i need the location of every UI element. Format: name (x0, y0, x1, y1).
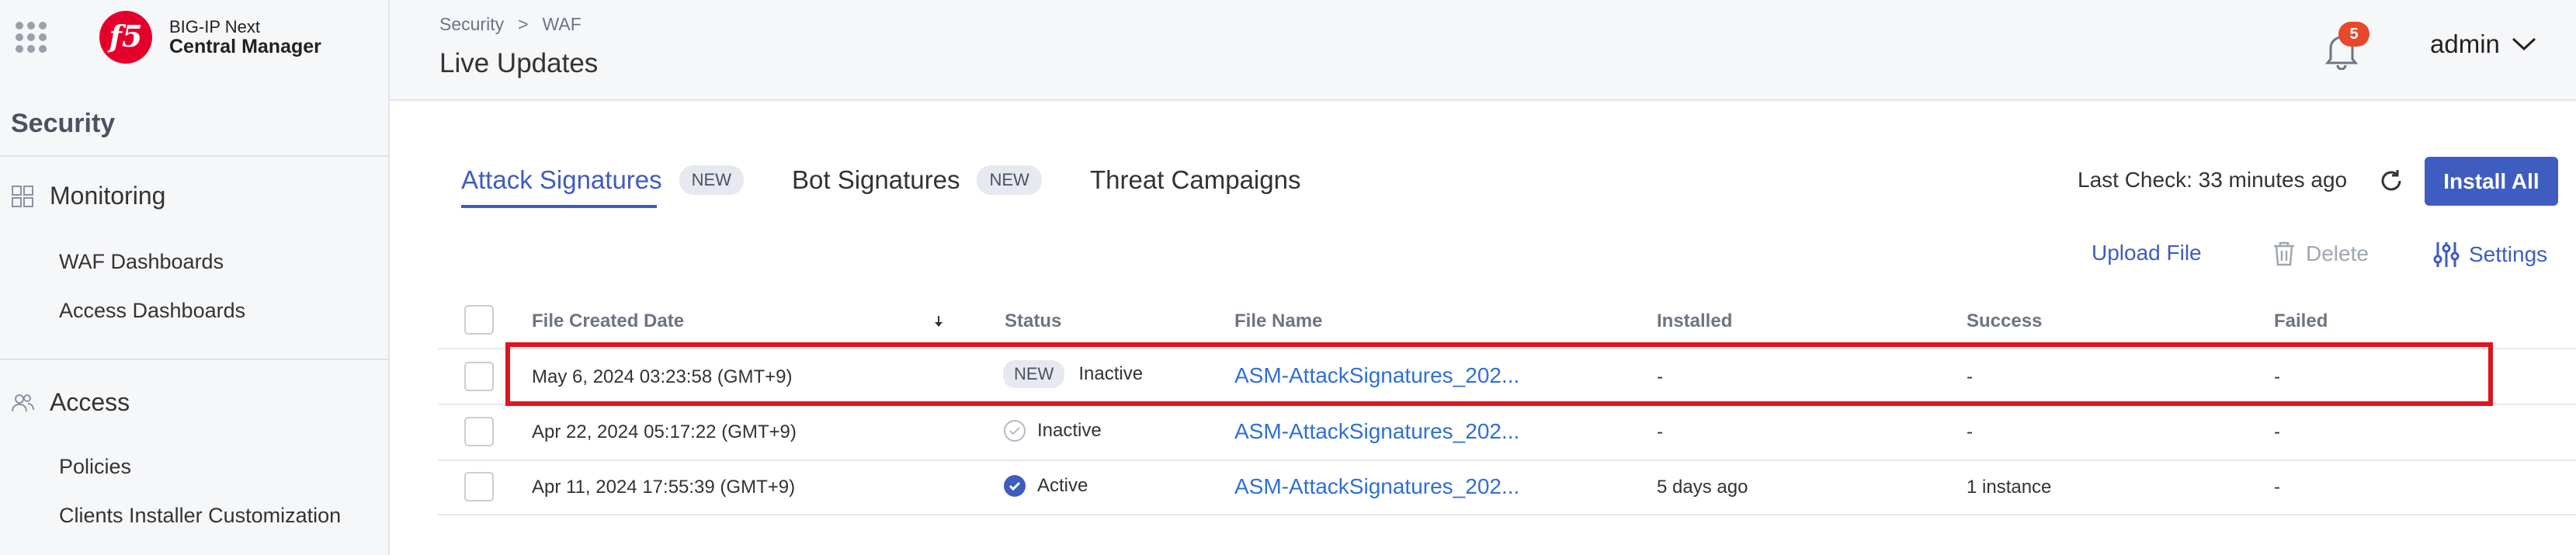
sort-desc-icon[interactable] (933, 314, 944, 328)
inactive-check-icon (1004, 420, 1026, 442)
sidebar-item-policies[interactable]: Policies (59, 455, 131, 479)
column-header-success[interactable]: Success (1967, 310, 2042, 332)
tab-label: Bot Signatures (792, 165, 960, 194)
row-checkbox[interactable] (464, 417, 494, 446)
breadcrumb-waf[interactable]: WAF (543, 14, 582, 34)
header: Security > WAF Live Updates 5 admin (390, 0, 2576, 101)
breadcrumb-security[interactable]: Security (439, 14, 504, 34)
row-file-link[interactable]: ASM-AttackSignatures_202... (1234, 419, 1519, 444)
active-tab-indicator (461, 205, 657, 208)
breadcrumb-separator: > (518, 14, 529, 34)
row-date: Apr 11, 2024 17:55:39 (GMT+9) (532, 477, 796, 498)
sidebar-group-access[interactable]: Access (11, 388, 130, 417)
settings-label: Settings (2469, 242, 2548, 266)
settings-button[interactable]: Settings (2433, 241, 2547, 269)
tab-label: Threat Campaigns (1090, 165, 1301, 194)
f5-logo: f5 (99, 11, 152, 64)
divider (0, 155, 388, 157)
row-installed: 5 days ago (1657, 477, 1748, 498)
column-header-file-created-date[interactable]: File Created Date (532, 310, 684, 332)
install-all-button[interactable]: Install All (2425, 157, 2558, 206)
status-text: Inactive (1037, 420, 1102, 441)
row-checkbox[interactable] (464, 472, 494, 501)
sidebar-item-access-dashboards[interactable]: Access Dashboards (59, 299, 245, 323)
divider (0, 359, 388, 360)
row-highlight-box (505, 342, 2493, 406)
new-badge: NEW (679, 165, 744, 195)
row-success: - (1967, 421, 1973, 442)
upload-file-button[interactable]: Upload File (2092, 241, 2202, 265)
sidebar: f5 BIG-IP Next Central Manager Security … (0, 0, 390, 555)
sidebar-group-label: Access (50, 388, 130, 416)
trash-icon (2274, 241, 2294, 266)
user-menu[interactable]: admin (2430, 29, 2537, 59)
tab-label: Attack Signatures (461, 165, 662, 194)
notification-badge: 5 (2338, 22, 2369, 47)
sidebar-section-title: Security (11, 109, 116, 138)
column-header-status[interactable]: Status (1005, 310, 1061, 332)
user-name: admin (2430, 29, 2500, 58)
upload-file-label: Upload File (2092, 241, 2202, 265)
delete-label: Delete (2306, 241, 2369, 265)
tab-bot-signatures[interactable]: Bot Signatures NEW (792, 165, 1042, 195)
row-status: Active (1003, 474, 1088, 498)
row-failed: - (2274, 477, 2280, 498)
active-check-icon (1004, 475, 1026, 497)
sidebar-group-label: Monitoring (50, 182, 166, 210)
delete-button[interactable]: Delete (2272, 241, 2369, 267)
app-grid-icon[interactable] (16, 22, 47, 53)
divider (438, 514, 2576, 515)
status-text: Active (1037, 475, 1088, 496)
column-header-failed[interactable]: Failed (2274, 310, 2328, 332)
select-all-checkbox[interactable] (464, 305, 494, 335)
dashboard-icon (11, 185, 34, 208)
row-file-link[interactable]: ASM-AttackSignatures_202... (1234, 474, 1519, 499)
row-date: Apr 22, 2024 05:17:22 (GMT+9) (532, 421, 797, 442)
tab-attack-signatures[interactable]: Attack Signatures NEW (461, 165, 744, 195)
brand-product: Central Manager (169, 36, 321, 57)
sidebar-item-waf-dashboards[interactable]: WAF Dashboards (59, 250, 224, 274)
new-badge: NEW (977, 165, 1042, 195)
refresh-icon[interactable] (2378, 168, 2404, 194)
column-header-installed[interactable]: Installed (1657, 310, 1732, 332)
tab-threat-campaigns[interactable]: Threat Campaigns (1090, 165, 1300, 195)
last-check-text: Last Check: 33 minutes ago (2078, 168, 2348, 192)
sidebar-item-clients-installer[interactable]: Clients Installer Customization (59, 504, 341, 528)
column-header-file-name[interactable]: File Name (1234, 310, 1322, 332)
brand: f5 BIG-IP Next Central Manager (0, 0, 390, 85)
row-status: Inactive (1003, 419, 1102, 442)
sliders-icon (2433, 242, 2460, 267)
chevron-down-icon (2512, 37, 2536, 51)
row-installed: - (1657, 421, 1663, 442)
sidebar-group-monitoring[interactable]: Monitoring (11, 182, 165, 210)
page-title: Live Updates (439, 48, 599, 78)
users-icon (11, 391, 34, 415)
row-failed: - (2274, 421, 2280, 442)
row-success: 1 instance (1967, 477, 2052, 498)
brand-name: BIG-IP Next (169, 17, 260, 36)
row-checkbox[interactable] (464, 362, 494, 391)
breadcrumb: Security > WAF (439, 14, 582, 35)
divider (438, 460, 2576, 461)
